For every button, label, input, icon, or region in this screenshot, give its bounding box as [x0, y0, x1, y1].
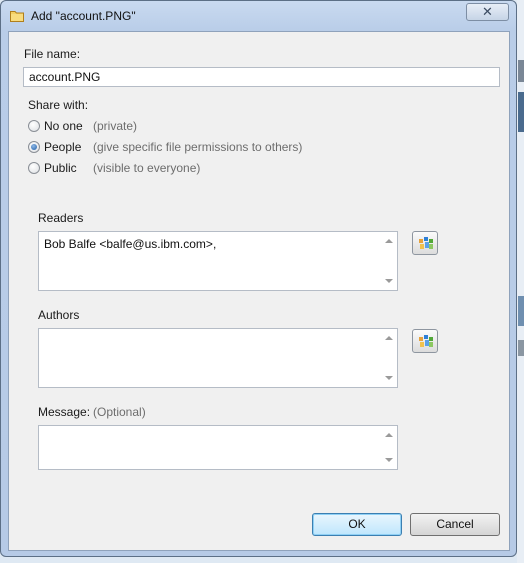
readers-label: Readers [38, 211, 84, 225]
radio-no-one-label[interactable]: No one [44, 119, 83, 133]
scroll-down-icon[interactable] [385, 279, 393, 283]
authors-input[interactable] [38, 328, 398, 388]
cancel-button[interactable]: Cancel [410, 513, 500, 536]
file-name-label: File name: [24, 47, 81, 61]
radio-people-label[interactable]: People [44, 140, 81, 154]
title-bar[interactable]: Add "account.PNG" ✕ [1, 1, 516, 31]
dialog-body: File name: account.PNG Share with: No on… [8, 31, 510, 551]
radio-public-hint: (visible to everyone) [93, 161, 201, 175]
file-name-value: account.PNG [29, 70, 101, 84]
radio-public-label[interactable]: Public [44, 161, 77, 175]
readers-input[interactable]: Bob Balfe <balfe@us.ibm.com>, [38, 231, 398, 291]
authors-label: Authors [38, 308, 80, 322]
close-button[interactable]: ✕ [466, 3, 509, 21]
close-icon: ✕ [482, 4, 493, 19]
background-window-detail [518, 92, 524, 132]
background-window [517, 0, 524, 563]
people-picker-icon [419, 237, 433, 249]
scroll-down-icon[interactable] [385, 458, 393, 462]
folder-icon [10, 11, 24, 22]
scroll-up-icon[interactable] [385, 239, 393, 243]
readers-value: Bob Balfe <balfe@us.ibm.com>, [44, 237, 217, 251]
share-with-label: Share with: [28, 98, 89, 112]
scroll-up-icon[interactable] [385, 433, 393, 437]
people-picker-icon [419, 335, 433, 347]
background-window-detail [518, 340, 524, 356]
dialog-title: Add "account.PNG" [31, 9, 136, 23]
radio-no-one[interactable] [28, 120, 40, 132]
radio-people-hint: (give specific file permissions to other… [93, 140, 303, 154]
radio-no-one-hint: (private) [93, 119, 138, 133]
background-window-detail [518, 60, 524, 82]
background-window-detail [518, 296, 524, 326]
ok-button[interactable]: OK [312, 513, 402, 536]
authors-picker-button[interactable] [412, 329, 438, 353]
message-input[interactable] [38, 425, 398, 470]
authors-scrollbar[interactable] [381, 329, 397, 387]
readers-picker-button[interactable] [412, 231, 438, 255]
file-name-input[interactable]: account.PNG [23, 67, 500, 87]
readers-scrollbar[interactable] [381, 232, 397, 290]
scroll-down-icon[interactable] [385, 376, 393, 380]
scroll-up-icon[interactable] [385, 336, 393, 340]
radio-people[interactable] [28, 141, 40, 153]
message-label: Message: [38, 405, 91, 419]
add-file-dialog: Add "account.PNG" ✕ File name: account.P… [0, 0, 517, 557]
message-scrollbar[interactable] [381, 426, 397, 469]
message-hint: (Optional) [93, 405, 146, 419]
radio-public[interactable] [28, 162, 40, 174]
